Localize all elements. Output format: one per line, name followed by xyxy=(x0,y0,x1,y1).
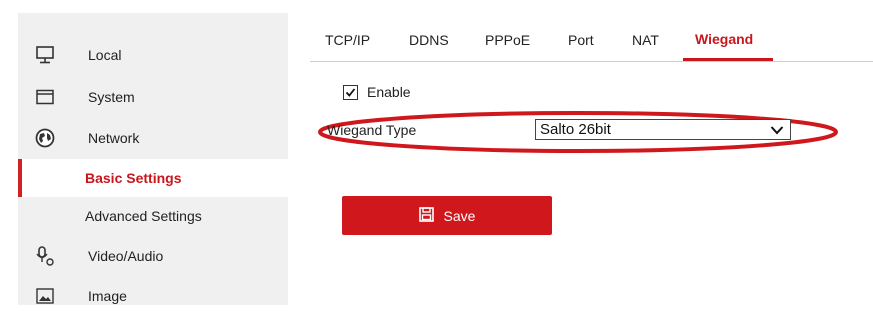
sidebar-item-label: Video/Audio xyxy=(88,248,164,264)
sidebar-item-system[interactable]: System xyxy=(18,78,288,116)
tab-bar: TCP/IP DDNS PPPoE Port NAT Wiegand xyxy=(310,23,873,62)
sidebar-item-local[interactable]: Local xyxy=(18,36,288,74)
tab-nat[interactable]: NAT xyxy=(632,32,659,48)
camera-mic-icon xyxy=(34,245,56,267)
sidebar-item-advanced-settings[interactable]: Advanced Settings xyxy=(18,197,288,235)
enable-label: Enable xyxy=(367,84,411,100)
monitor-icon xyxy=(34,44,56,66)
active-tab-indicator xyxy=(683,58,773,61)
sidebar: Local System Network Basic Settings Adva… xyxy=(18,13,288,305)
tab-pppoe[interactable]: PPPoE xyxy=(485,32,530,48)
sidebar-item-basic-settings[interactable]: Basic Settings xyxy=(18,159,288,197)
window-icon xyxy=(34,86,56,108)
sidebar-item-image[interactable]: Image xyxy=(18,277,288,315)
wiegand-type-label: Wiegand Type xyxy=(327,122,417,138)
sidebar-item-video-audio[interactable]: Video/Audio xyxy=(18,237,288,275)
wiegand-type-select[interactable]: Salto 26bit xyxy=(535,119,791,140)
save-button[interactable]: Save xyxy=(342,196,552,235)
sidebar-item-label: Basic Settings xyxy=(85,170,182,186)
sidebar-item-label: System xyxy=(88,89,135,105)
tab-tcp-ip[interactable]: TCP/IP xyxy=(325,32,370,48)
chevron-down-icon xyxy=(770,123,784,139)
globe-icon xyxy=(34,127,56,149)
tab-wiegand[interactable]: Wiegand xyxy=(695,31,753,47)
tab-ddns[interactable]: DDNS xyxy=(409,32,449,48)
save-label: Save xyxy=(443,207,476,224)
wiegand-type-value: Salto 26bit xyxy=(540,121,611,138)
sidebar-item-label: Image xyxy=(88,288,127,304)
check-icon xyxy=(345,87,356,97)
tab-port[interactable]: Port xyxy=(568,32,594,48)
sidebar-item-label: Advanced Settings xyxy=(85,208,202,224)
enable-row: Enable xyxy=(343,84,411,100)
enable-checkbox[interactable] xyxy=(343,84,358,100)
sidebar-item-label: Local xyxy=(88,47,122,63)
sidebar-item-label: Network xyxy=(88,130,140,146)
image-icon xyxy=(34,285,56,307)
save-icon xyxy=(418,206,434,225)
sidebar-item-network[interactable]: Network xyxy=(18,119,288,157)
